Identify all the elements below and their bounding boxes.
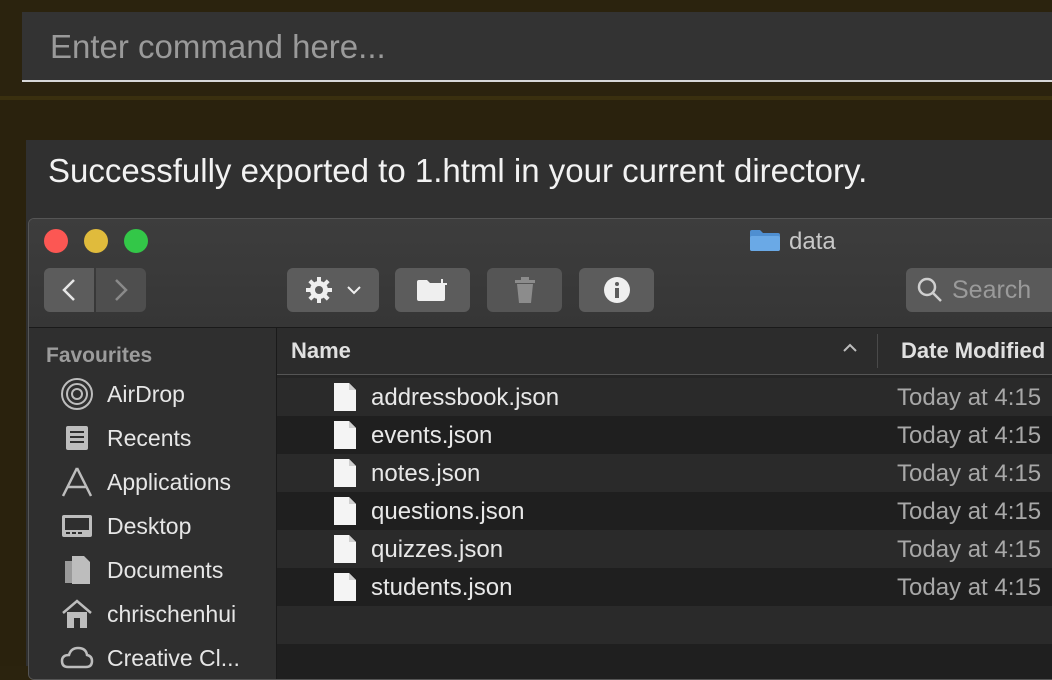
file-icon <box>334 459 356 487</box>
delete-button[interactable] <box>487 268 562 312</box>
forward-button[interactable] <box>96 268 146 312</box>
chevron-left-icon <box>62 279 75 301</box>
file-date: Today at 4:15 <box>897 422 1042 449</box>
file-date: Today at 4:15 <box>897 498 1042 525</box>
window-title-text: data <box>789 228 836 255</box>
action-menu-button[interactable] <box>287 268 379 312</box>
file-name: quizzes.json <box>371 536 504 563</box>
chevron-down-icon <box>347 286 361 295</box>
file-date: Today at 4:15 <box>897 460 1042 487</box>
sidebar-item-home[interactable]: chrischenhui <box>59 594 236 634</box>
sidebar-item-label: Applications <box>107 468 232 495</box>
file-name: addressbook.json <box>371 384 560 411</box>
file-icon <box>334 573 356 601</box>
finder-titlebar: data Search <box>29 219 1052 328</box>
file-name: notes.json <box>371 460 481 487</box>
file-date: Today at 4:15 <box>897 384 1042 411</box>
applications-icon <box>59 464 95 500</box>
empty-row <box>277 644 1052 679</box>
result-message: Successfully exported to 1.html in your … <box>48 152 868 189</box>
empty-row <box>277 606 1052 644</box>
file-name: students.json <box>371 574 513 601</box>
get-info-button[interactable] <box>579 268 654 312</box>
sidebar-item-label: Desktop <box>107 512 192 539</box>
sidebar-item-recents[interactable]: Recents <box>59 418 191 458</box>
sidebar-item-label: Creative Cl... <box>107 644 240 671</box>
sidebar-item-label: chrischenhui <box>107 600 237 627</box>
file-date: Today at 4:15 <box>897 536 1042 563</box>
back-button[interactable] <box>44 268 94 312</box>
close-window-button[interactable] <box>44 229 68 253</box>
zoom-window-button[interactable] <box>124 229 148 253</box>
table-row[interactable]: quizzes.json Today at 4:15 <box>277 530 1052 568</box>
table-row[interactable]: students.json Today at 4:15 <box>277 568 1052 606</box>
trash-icon <box>514 277 535 303</box>
table-row[interactable]: addressbook.json Today at 4:15 <box>277 378 1052 416</box>
gear-icon <box>306 277 332 303</box>
minimize-window-button[interactable] <box>84 229 108 253</box>
column-header: Name Date Modified <box>277 328 1052 375</box>
search-icon <box>917 277 942 302</box>
file-list: Name Date Modified addressbook.json Toda… <box>277 328 1052 679</box>
info-icon <box>603 277 630 303</box>
table-row[interactable]: events.json Today at 4:15 <box>277 416 1052 454</box>
new-folder-button[interactable] <box>395 268 470 312</box>
command-bar <box>22 12 1052 82</box>
chevron-right-icon <box>115 279 128 301</box>
sidebar-section-title: Favourites <box>46 344 153 367</box>
navigation-buttons <box>44 268 147 312</box>
new-folder-icon <box>416 279 447 301</box>
search-placeholder: Search <box>952 275 1032 304</box>
finder-window: data Search Favourites AirDrop Recents A… <box>28 218 1052 680</box>
date-modified-column-header[interactable]: Date Modified <box>901 338 1045 364</box>
folder-icon <box>749 228 781 257</box>
sidebar-item-documents[interactable]: Documents <box>59 550 223 590</box>
sidebar-item-creative-cloud[interactable]: Creative Cl... <box>59 638 240 678</box>
file-date: Today at 4:15 <box>897 574 1042 601</box>
table-row[interactable]: notes.json Today at 4:15 <box>277 454 1052 492</box>
recents-icon <box>59 420 95 456</box>
name-column-header[interactable]: Name <box>291 338 351 364</box>
sidebar-item-label: Documents <box>107 556 224 583</box>
sidebar-item-desktop[interactable]: Desktop <box>59 506 191 546</box>
file-name: events.json <box>371 422 493 449</box>
file-icon <box>334 383 356 411</box>
file-icon <box>334 535 356 563</box>
airdrop-icon <box>59 376 95 412</box>
desktop-icon <box>59 508 95 544</box>
sidebar-item-label: AirDrop <box>107 380 185 407</box>
command-input[interactable] <box>48 26 1032 68</box>
documents-icon <box>59 552 95 588</box>
table-row[interactable]: questions.json Today at 4:15 <box>277 492 1052 530</box>
sidebar-item-airdrop[interactable]: AirDrop <box>59 374 185 414</box>
file-icon <box>334 421 356 449</box>
sort-ascending-icon[interactable] <box>842 343 858 353</box>
sidebar-item-label: Recents <box>107 424 192 451</box>
creative-cloud-icon <box>59 640 95 676</box>
sidebar-item-applications[interactable]: Applications <box>59 462 231 502</box>
finder-sidebar: Favourites AirDrop Recents Applications … <box>29 328 277 679</box>
file-icon <box>334 497 356 525</box>
file-name: questions.json <box>371 498 525 525</box>
column-divider[interactable] <box>877 334 878 368</box>
search-field[interactable]: Search <box>906 268 1052 312</box>
window-title: data <box>749 227 836 257</box>
home-icon <box>59 596 95 632</box>
